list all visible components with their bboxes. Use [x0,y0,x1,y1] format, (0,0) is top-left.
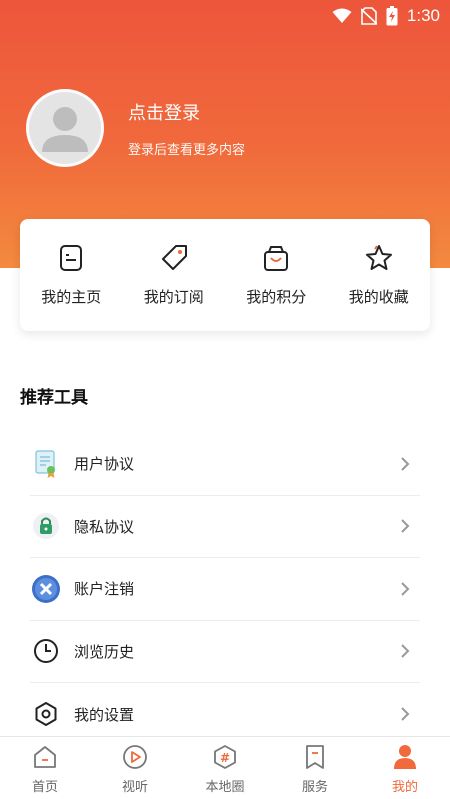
star-icon [365,245,392,270]
cancel-x-icon [30,573,62,605]
wifi-icon [332,8,352,23]
chevron-right-icon [401,457,410,471]
quick-action-label: 我的主页 [41,289,102,306]
tool-item-label: 我的设置 [74,706,135,724]
home-icon [34,746,56,768]
shopping-bag-icon [264,246,289,271]
person-icon [394,745,416,769]
battery-charging-icon [386,6,398,26]
profile-section[interactable]: 点击登录 登录后查看更多内容 [26,88,245,168]
tool-item-label: 隐私协议 [74,518,135,536]
login-link[interactable]: 点击登录 [128,99,245,125]
chevron-right-icon [401,519,410,533]
tab-label: 服务 [301,779,328,794]
tool-item-history[interactable]: 浏览历史 [30,621,420,683]
default-avatar-icon [42,107,88,152]
clock-icon [30,635,62,667]
status-time: 1:30 [406,6,440,25]
tab-services[interactable]: 服务 [270,737,360,799]
quick-action-points[interactable]: 我的积分 [225,219,328,331]
tab-mine[interactable]: 我的 [360,737,450,799]
chevron-right-icon [401,707,410,721]
bottom-tab-bar: 首页 视听 # 本地圈 服务 我的 [0,736,450,799]
tab-media[interactable]: 视听 [90,737,180,799]
tool-list: 用户协议 隐私协议 账户注销 浏览历史 我的设置 [30,433,420,746]
quick-action-subscription[interactable]: 我的订阅 [123,219,226,331]
no-sim-icon [360,7,377,25]
chevron-right-icon [401,644,410,658]
quick-action-favorites[interactable]: 我的收藏 [328,219,431,331]
tag-icon [161,245,187,270]
tab-local[interactable]: # 本地圈 [180,737,270,799]
tab-label: 我的 [391,779,418,794]
tab-home[interactable]: 首页 [0,737,90,799]
login-subtitle: 登录后查看更多内容 [128,141,246,157]
section-title-tools: 推荐工具 [20,388,88,407]
homepage-icon [60,245,83,271]
svg-text:#: # [220,751,230,765]
status-bar: 1:30 [0,0,450,32]
settings-icon [30,698,62,730]
tab-label: 本地圈 [205,779,245,794]
quick-action-label: 我的订阅 [143,289,204,306]
quick-action-label: 我的积分 [246,289,307,306]
tab-label: 首页 [31,779,58,794]
avatar[interactable] [26,89,104,167]
lock-icon [30,510,62,542]
tool-item-account-cancel[interactable]: 账户注销 [30,558,420,621]
bookmark-icon [306,745,324,769]
quick-action-homepage[interactable]: 我的主页 [20,219,123,331]
quick-actions-card: 我的主页 我的订阅 我的积分 我的收藏 [20,219,430,331]
play-icon [123,745,147,769]
quick-action-label: 我的收藏 [348,289,409,306]
tool-item-label: 浏览历史 [74,643,135,661]
tool-item-label: 账户注销 [74,581,135,599]
local-hash-icon: # [214,745,236,769]
tab-label: 视听 [121,779,148,794]
chevron-right-icon [401,582,410,596]
tool-item-user-agreement[interactable]: 用户协议 [30,433,420,496]
tool-item-label: 用户协议 [74,456,135,474]
profile-text: 点击登录 登录后查看更多内容 [128,99,245,158]
certificate-icon [30,448,62,480]
status-icons: 1:30 [332,6,440,26]
tool-item-privacy[interactable]: 隐私协议 [30,496,420,558]
